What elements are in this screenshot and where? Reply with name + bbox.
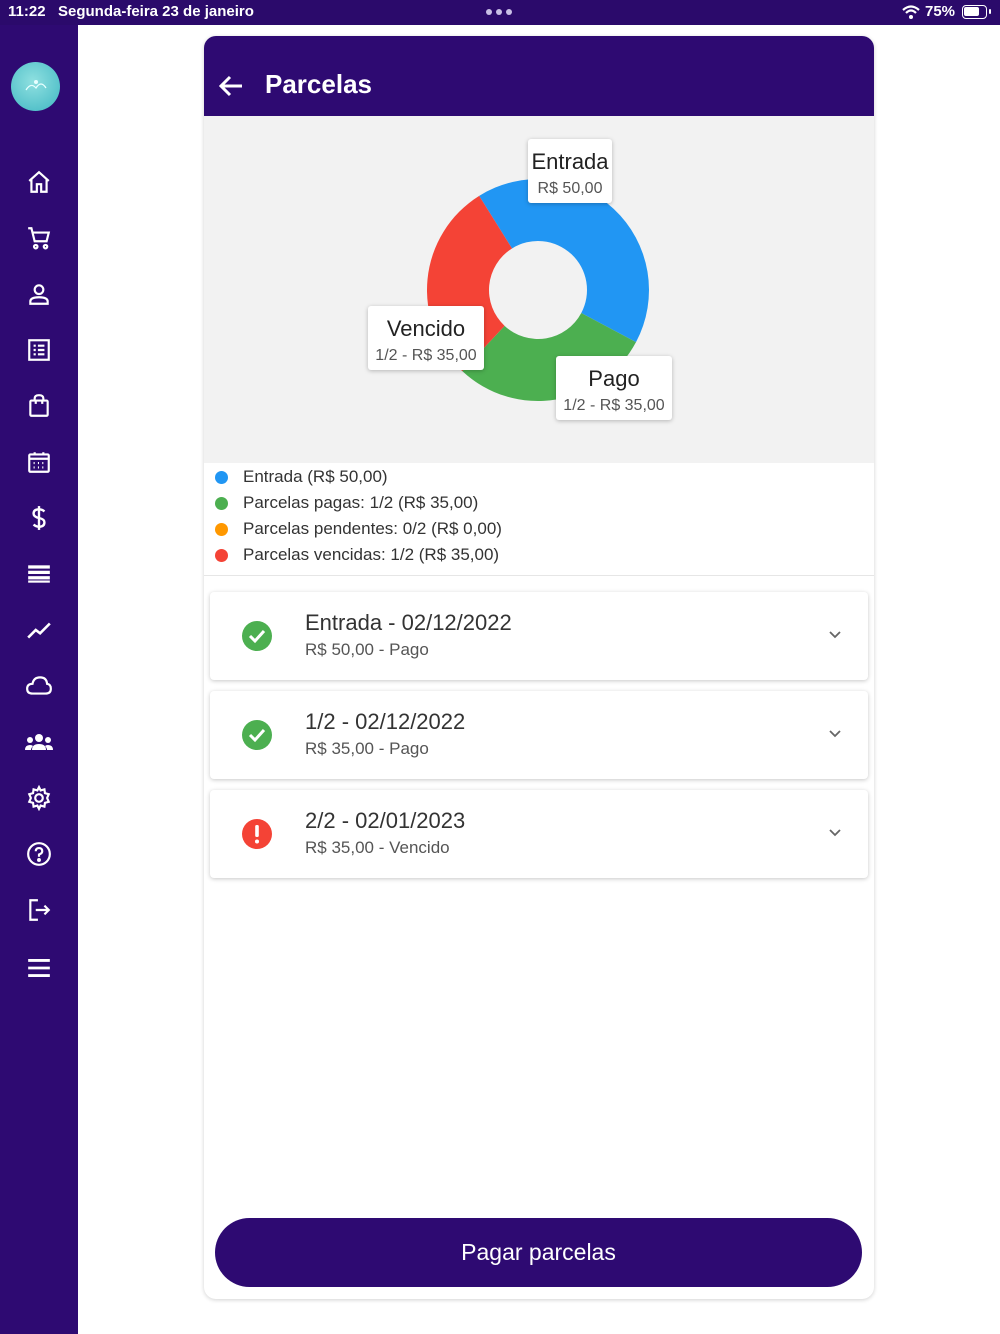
slice-name: Entrada (531, 149, 609, 174)
status-bar: 11:22 Segunda-feira 23 de janeiro 75% (0, 0, 1000, 25)
status-date: Segunda-feira 23 de janeiro (58, 3, 254, 20)
slice-name: Pago (588, 366, 639, 391)
legend-dot (215, 522, 228, 536)
list-icon[interactable] (20, 331, 58, 369)
check-circle-icon (242, 720, 272, 750)
chart-area: Entrada R$ 50,00 Pago 1/2 - R$ 35,00 Vencido… (204, 116, 874, 463)
donut-chart: EntradaR$ 50,00Pago1/2 - R$ 35,00Vencido… (368, 139, 672, 420)
gear-icon[interactable] (20, 779, 58, 817)
installment-title: 1/2 - 02/12/2022 (305, 709, 466, 734)
installment-item[interactable]: Entrada - 02/12/2022 R$ 50,00 - Pago (210, 592, 868, 680)
slice-callout-entrada: Entrada R$ 50,00 (528, 139, 612, 203)
chevron-down-icon[interactable] (828, 630, 842, 640)
group-icon[interactable] (20, 723, 58, 761)
check-circle-icon (242, 621, 272, 651)
multitasking-dots-icon[interactable] (486, 9, 512, 15)
chart-legend: Entrada (R$ 50,00) Parcelas pagas: 1/2 (… (204, 463, 874, 576)
slice-value: 1/2 - R$ 35,00 (563, 397, 665, 414)
chevron-down-icon[interactable] (828, 729, 842, 739)
installment-subtitle: R$ 35,00 - Vencido (305, 838, 450, 857)
trend-icon[interactable] (20, 611, 58, 649)
cloud-icon[interactable] (20, 667, 58, 705)
legend-item-vencidas: Parcelas vencidas: 1/2 (R$ 35,00) (215, 543, 499, 567)
bars-icon[interactable] (20, 555, 58, 593)
installment-item[interactable]: 2/2 - 02/01/2023 R$ 35,00 - Vencido (210, 790, 868, 878)
legend-label: Entrada (R$ 50,00) (243, 467, 388, 486)
legend-item-pagas: Parcelas pagas: 1/2 (R$ 35,00) (215, 491, 478, 515)
cart-icon[interactable] (20, 219, 58, 257)
legend-label: Parcelas pendentes: 0/2 (R$ 0,00) (243, 519, 502, 538)
help-icon[interactable] (20, 835, 58, 873)
logo-icon (25, 80, 47, 91)
calendar-icon[interactable] (20, 443, 58, 481)
legend-dot (215, 548, 228, 562)
legend-dot (215, 470, 228, 484)
home-icon[interactable] (20, 163, 58, 201)
wifi-icon (902, 5, 920, 19)
page-title: Parcelas (265, 69, 372, 99)
sidebar (0, 25, 78, 1334)
app-header: Parcelas (204, 36, 874, 116)
back-arrow-icon[interactable] (218, 74, 244, 98)
legend-dot (215, 496, 228, 510)
menu-icon[interactable] (20, 949, 58, 987)
donut-slice-entrada[interactable] (479, 179, 649, 343)
legend-item-pendentes: Parcelas pendentes: 0/2 (R$ 0,00) (215, 517, 502, 541)
installment-item[interactable]: 1/2 - 02/12/2022 R$ 35,00 - Pago (210, 691, 868, 779)
avatar[interactable] (11, 62, 60, 111)
battery-icon (962, 5, 991, 19)
installment-title: Entrada - 02/12/2022 (305, 610, 512, 635)
user-icon[interactable] (20, 275, 58, 313)
slice-value: 1/2 - R$ 35,00 (375, 347, 477, 364)
alert-circle-icon (242, 819, 272, 849)
slice-callout-vencido: Vencido 1/2 - R$ 35,00 (368, 306, 484, 370)
bag-icon[interactable] (20, 387, 58, 425)
battery-percentage: 75% (925, 3, 956, 20)
status-time: 11:22 (8, 3, 46, 20)
logout-icon[interactable] (20, 891, 58, 929)
installment-subtitle: R$ 50,00 - Pago (305, 640, 429, 659)
pay-installments-button[interactable]: Pagar parcelas (215, 1218, 862, 1287)
legend-label: Parcelas pagas: 1/2 (R$ 35,00) (243, 493, 479, 512)
dollar-icon[interactable] (20, 499, 58, 537)
installment-subtitle: R$ 35,00 - Pago (305, 739, 429, 758)
slice-callout-pago: Pago 1/2 - R$ 35,00 (556, 356, 672, 420)
installment-title: 2/2 - 02/01/2023 (305, 808, 466, 833)
legend-label: Parcelas vencidas: 1/2 (R$ 35,00) (243, 545, 500, 564)
slice-name: Vencido (387, 316, 465, 341)
chevron-down-icon[interactable] (828, 828, 842, 838)
legend-item-entrada: Entrada (R$ 50,00) (215, 465, 388, 489)
slice-value: R$ 50,00 (538, 180, 603, 197)
installments-card: Parcelas Entrada R$ 50,00 Pago 1/2 - R$ 35,… (204, 36, 874, 1299)
